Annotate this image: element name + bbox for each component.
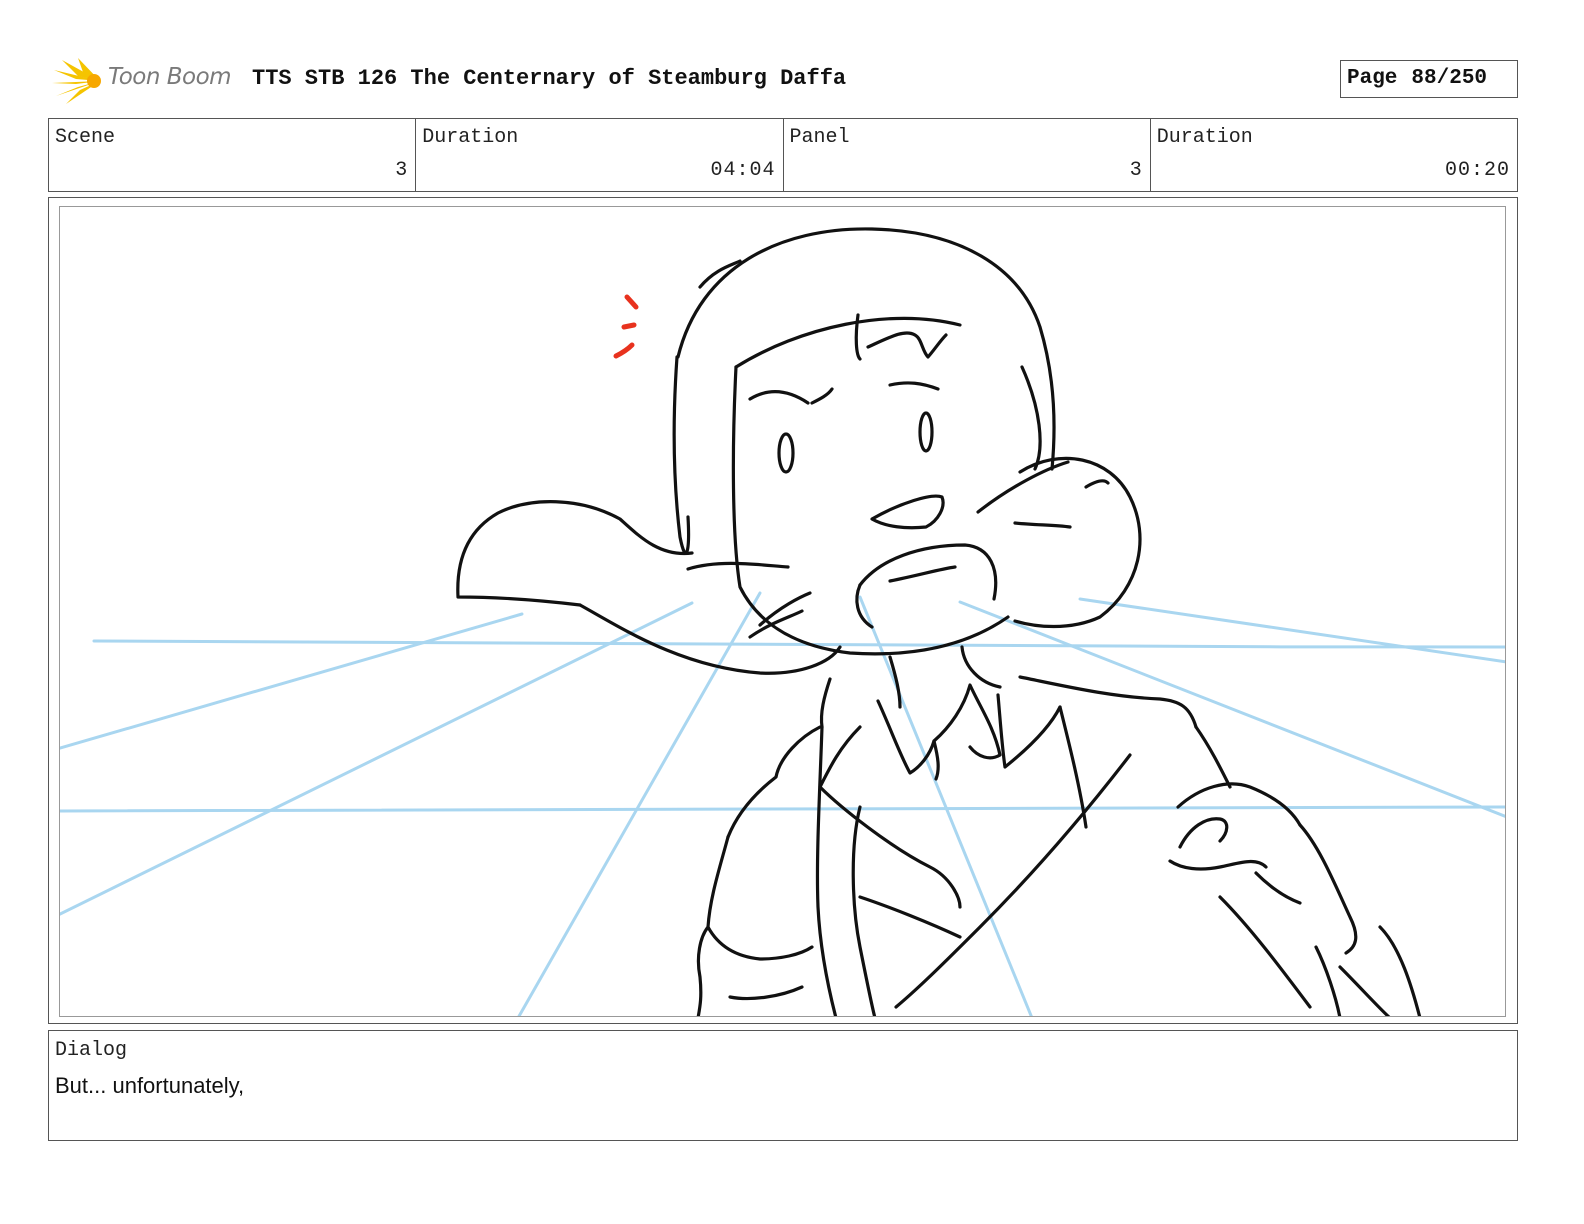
page-header: Toon Boom TTS STB 126 The Centernary of … — [48, 56, 1518, 106]
panel-duration-cell: Duration 00:20 — [1151, 119, 1517, 191]
scene-duration-label: Duration — [422, 126, 519, 149]
scene-number: 3 — [395, 159, 409, 182]
project-title: TTS STB 126 The Centernary of Steamburg … — [252, 66, 847, 91]
panel-number: 3 — [1129, 159, 1143, 182]
panel-cell: Panel 3 — [784, 119, 1151, 191]
toon-boom-logo: Toon Boom — [52, 56, 242, 106]
scene-label: Scene — [55, 126, 116, 149]
page-number: 88/250 — [1411, 67, 1488, 90]
page-indicator: Page 88/250 — [1340, 60, 1518, 98]
dialog-text: But... unfortunately, — [55, 1073, 245, 1098]
scene-cell: Scene 3 — [49, 119, 417, 191]
panel-label: Panel — [789, 126, 850, 149]
brand-name: Toon Boom — [108, 64, 232, 90]
character-sketch — [456, 227, 1422, 1016]
dialog-box: Dialog But... unfortunately, — [48, 1030, 1518, 1141]
scene-duration-value: 04:04 — [710, 159, 776, 182]
scene-duration-cell: Duration 04:04 — [416, 119, 784, 191]
page-label: Page — [1347, 67, 1398, 90]
scene-info-row: Scene 3 Duration 04:04 Panel 3 Duration … — [48, 118, 1518, 192]
panel-duration-value: 00:20 — [1444, 159, 1510, 182]
dialog-label: Dialog — [55, 1039, 128, 1062]
storyboard-panel — [59, 206, 1506, 1017]
burst-logo-icon — [52, 58, 101, 104]
perspective-guides — [60, 591, 1505, 1016]
surprise-marks — [613, 294, 639, 359]
panel-sketch — [60, 227, 1505, 1016]
panel-duration-label: Duration — [1156, 126, 1253, 149]
storyboard-panel-frame — [48, 197, 1518, 1024]
